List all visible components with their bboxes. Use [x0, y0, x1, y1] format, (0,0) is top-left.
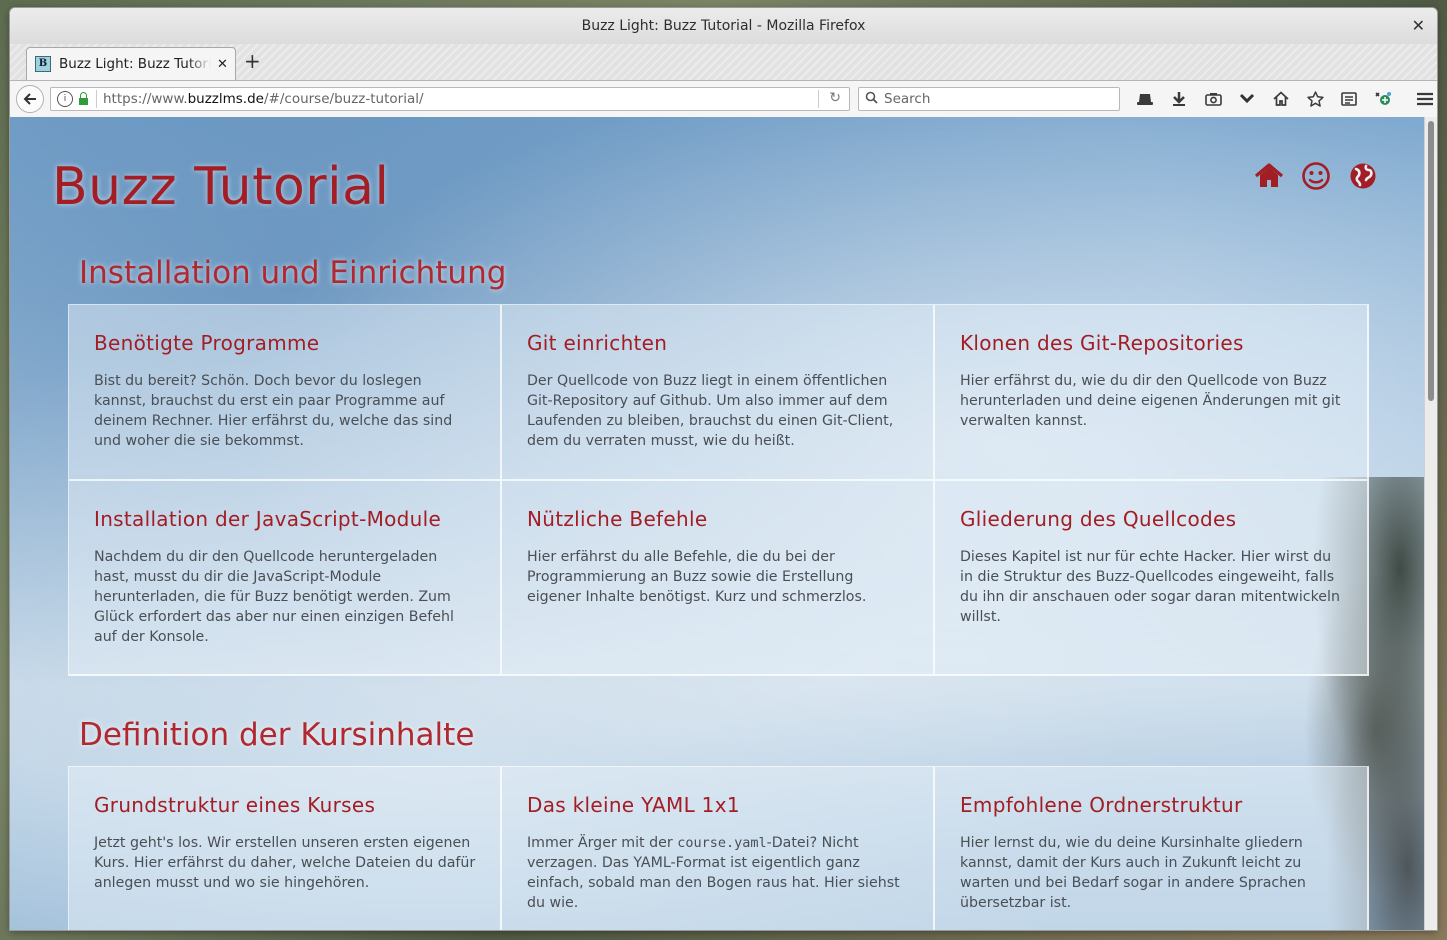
extension-icon[interactable] — [1366, 87, 1400, 111]
back-arrow-icon[interactable] — [16, 85, 44, 113]
card-text-before: Immer Ärger mit der — [527, 835, 678, 851]
card-title: Klonen des Git-Repositories — [960, 331, 1244, 355]
favicon-icon: B — [35, 56, 51, 72]
card-text: Jetzt geht's los. Wir erstellen unseren … — [94, 835, 476, 891]
url-domain: buzzlms.de — [187, 91, 264, 107]
toolbar-icons — [1128, 87, 1437, 111]
section-title-kursinhalte: Definition der Kursinhalte — [79, 717, 475, 753]
lock-icon — [79, 91, 88, 105]
page-scrollbar[interactable] — [1424, 117, 1437, 930]
url-path: /#/course/buzz-tutorial/ — [263, 91, 424, 107]
card-title: Das kleine YAML 1x1 — [527, 793, 740, 817]
window-titlebar: Buzz Light: Buzz Tutorial - Mozilla Fire… — [10, 8, 1437, 44]
card-nuetzliche-befehle[interactable]: Nützliche Befehle Hier erfährst du alle … — [502, 481, 935, 676]
card-text: Bist du bereit? Schön. Doch bevor du los… — [94, 373, 453, 449]
section-title-installation: Installation und Einrichtung — [79, 255, 507, 291]
pocket-icon[interactable] — [1230, 87, 1264, 111]
site-info-icon[interactable]: i — [57, 91, 73, 107]
home-icon[interactable] — [1264, 87, 1298, 111]
window-title: Buzz Light: Buzz Tutorial - Mozilla Fire… — [581, 18, 866, 34]
card-text: Dieses Kapitel ist nur für echte Hacker.… — [960, 549, 1340, 625]
url-separator — [96, 90, 97, 108]
inline-code: course.yaml — [677, 835, 767, 851]
card-title: Grundstruktur eines Kurses — [94, 793, 376, 817]
bookmark-star-icon[interactable] — [1298, 87, 1332, 111]
card-empfohlene-ordnerstruktur[interactable]: Empfohlene Ordnerstruktur Hier lernst du… — [935, 767, 1369, 930]
home-icon[interactable] — [1254, 161, 1284, 191]
card-text: Nachdem du dir den Quellcode heruntergel… — [94, 549, 454, 645]
card-text: Hier erfährst du, wie du dir den Quellco… — [960, 373, 1341, 429]
card-text: Hier erfährst du alle Befehle, die du be… — [527, 549, 867, 605]
browser-tab[interactable]: B Buzz Light: Buzz Tutorial ✕ — [26, 47, 236, 80]
navigation-toolbar: i https://www.buzzlms.de/#/course/buzz-t… — [10, 81, 1437, 118]
page-title: Buzz Tutorial — [52, 157, 390, 217]
window-close-icon[interactable]: ✕ — [1412, 16, 1425, 35]
globe-icon[interactable] — [1348, 161, 1378, 191]
reload-icon[interactable]: ↻ — [829, 90, 841, 106]
tab-strip: B Buzz Light: Buzz Tutorial ✕ + — [10, 44, 1437, 81]
search-bar[interactable] — [858, 87, 1120, 111]
card-grid-installation: Benötigte Programme Bist du bereit? Schö… — [68, 304, 1369, 676]
card-installation-javascript-module[interactable]: Installation der JavaScript-Module Nachd… — [69, 481, 502, 676]
card-klonen-git-repositories[interactable]: Klonen des Git-Repositories Hier erfährs… — [935, 305, 1369, 481]
url-text[interactable]: https://www.buzzlms.de/#/course/buzz-tut… — [103, 91, 424, 107]
tab-title: Buzz Light: Buzz Tutorial — [59, 56, 211, 72]
menu-icon[interactable] — [1408, 87, 1437, 111]
card-text: Immer Ärger mit der course.yaml-Datei? N… — [527, 833, 909, 913]
card-title: Gliederung des Quellcodes — [960, 507, 1237, 531]
url-bar[interactable]: i https://www.buzzlms.de/#/course/buzz-t… — [50, 87, 850, 111]
screenshot-icon[interactable] — [1196, 87, 1230, 111]
tab-close-icon[interactable]: ✕ — [217, 57, 228, 72]
card-yaml-1x1[interactable]: Das kleine YAML 1x1 Immer Ärger mit der … — [502, 767, 935, 930]
card-title: Nützliche Befehle — [527, 507, 708, 531]
browser-window: Buzz Light: Buzz Tutorial - Mozilla Fire… — [10, 8, 1437, 930]
reload-separator — [818, 90, 819, 108]
card-grid-kursinhalte: Grundstruktur eines Kurses Jetzt geht's … — [68, 766, 1369, 930]
search-icon — [865, 91, 878, 108]
card-git-einrichten[interactable]: Git einrichten Der Quellcode von Buzz li… — [502, 305, 935, 481]
smiley-icon[interactable] — [1301, 161, 1331, 191]
card-grundstruktur-kurs[interactable]: Grundstruktur eines Kurses Jetzt geht's … — [69, 767, 502, 930]
reader-icon[interactable] — [1332, 87, 1366, 111]
card-text: Der Quellcode von Buzz liegt in einem öf… — [527, 373, 894, 449]
card-text: Hier lernst du, wie du deine Kursinhalte… — [960, 835, 1306, 911]
card-title: Benötigte Programme — [94, 331, 320, 355]
card-title: Git einrichten — [527, 331, 668, 355]
page-content: Buzz Tutorial Installation und Einrichtu… — [10, 117, 1424, 930]
download-icon[interactable] — [1162, 87, 1196, 111]
new-tab-plus-icon[interactable]: + — [244, 49, 261, 73]
card-title: Installation der JavaScript-Module — [94, 507, 442, 531]
card-title: Empfohlene Ordnerstruktur — [960, 793, 1243, 817]
card-benoetigte-programme[interactable]: Benötigte Programme Bist du bereit? Schö… — [69, 305, 502, 481]
search-input[interactable] — [882, 90, 1106, 108]
card-gliederung-quellcodes[interactable]: Gliederung des Quellcodes Dieses Kapitel… — [935, 481, 1369, 676]
scrollbar-thumb[interactable] — [1428, 121, 1434, 401]
hat-icon[interactable] — [1128, 87, 1162, 111]
header-icons — [1254, 161, 1378, 191]
url-prefix: https://www. — [103, 91, 188, 107]
